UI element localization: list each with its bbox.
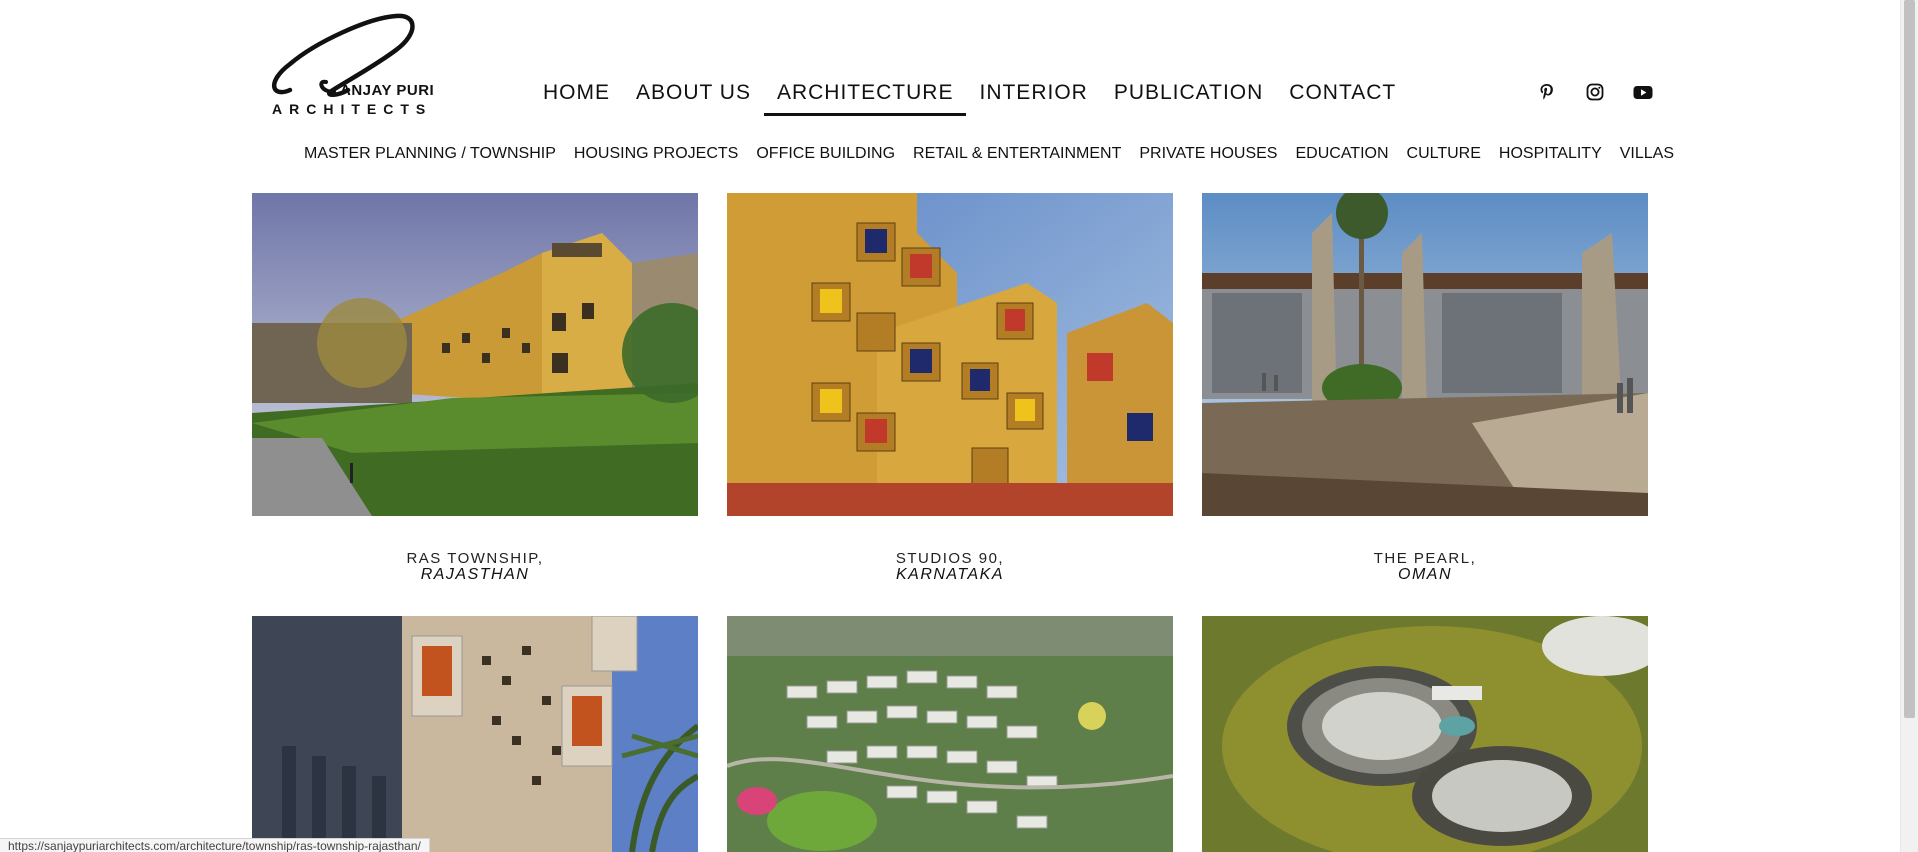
category-private-houses[interactable]: PRIVATE HOUSES — [1130, 143, 1286, 165]
project-card-the-pearl[interactable]: THE PEARL, OMAN — [1202, 193, 1648, 583]
project-card-studios-90[interactable]: STUDIOS 90, KARNATAKA — [727, 193, 1173, 583]
project-image[interactable] — [252, 616, 698, 852]
project-card-5[interactable] — [727, 616, 1173, 852]
page: ANJAY PURI ARCHITECTS HOME ABOUT US ARCH… — [0, 0, 1900, 852]
project-name: RAS TOWNSHIP, — [406, 550, 544, 567]
category-hospitality[interactable]: HOSPITALITY — [1490, 143, 1611, 165]
category-culture[interactable]: CULTURE — [1398, 143, 1490, 165]
category-master-planning[interactable]: MASTER PLANNING / TOWNSHIP — [295, 143, 565, 165]
nav-architecture[interactable]: ARCHITECTURE — [763, 78, 967, 116]
youtube-icon[interactable] — [1633, 82, 1653, 102]
category-nav: MASTER PLANNING / TOWNSHIP HOUSING PROJE… — [295, 143, 1683, 165]
nav-home[interactable]: HOME — [530, 78, 623, 108]
main-nav: HOME ABOUT US ARCHITECTURE INTERIOR PUBL… — [530, 78, 1409, 116]
logo-text-name: ANJAY PURI — [340, 82, 435, 99]
category-education[interactable]: EDUCATION — [1286, 143, 1397, 165]
project-caption[interactable]: THE PEARL, OMAN — [1202, 551, 1648, 583]
category-housing-projects[interactable]: HOUSING PROJECTS — [565, 143, 747, 165]
nav-interior[interactable]: INTERIOR — [966, 78, 1100, 108]
nav-contact[interactable]: CONTACT — [1276, 78, 1409, 108]
project-location: KARNATAKA — [895, 566, 1005, 583]
category-office-building[interactable]: OFFICE BUILDING — [747, 143, 904, 165]
project-image[interactable] — [727, 193, 1173, 516]
social-links — [1537, 82, 1653, 102]
project-image[interactable] — [727, 616, 1173, 852]
project-card-ras-township[interactable]: RAS TOWNSHIP, RAJASTHAN — [252, 193, 698, 583]
project-image[interactable] — [1202, 616, 1648, 852]
logo-text-firm: ARCHITECTS — [272, 101, 433, 117]
project-image[interactable] — [1202, 193, 1648, 516]
project-name: THE PEARL, — [1373, 550, 1477, 567]
nav-publication[interactable]: PUBLICATION — [1101, 78, 1276, 108]
browser-status-url: https://sanjaypuriarchitects.com/archite… — [0, 838, 430, 852]
category-retail-entertainment[interactable]: RETAIL & ENTERTAINMENT — [904, 143, 1130, 165]
project-caption[interactable]: RAS TOWNSHIP, RAJASTHAN — [252, 551, 698, 583]
project-location: RAJASTHAN — [420, 566, 530, 583]
pinterest-icon[interactable] — [1537, 82, 1557, 102]
scrollbar-thumb[interactable] — [1904, 0, 1915, 718]
project-caption[interactable]: STUDIOS 90, KARNATAKA — [727, 551, 1173, 583]
project-location: OMAN — [1398, 566, 1452, 583]
project-card-6[interactable] — [1202, 616, 1648, 852]
instagram-icon[interactable] — [1585, 82, 1605, 102]
category-villas[interactable]: VILLAS — [1611, 143, 1683, 165]
site-logo[interactable]: ANJAY PURI ARCHITECTS — [268, 12, 458, 118]
nav-about-us[interactable]: ABOUT US — [623, 78, 764, 108]
project-card-4[interactable] — [252, 616, 698, 852]
page-scrollbar[interactable] — [1900, 0, 1918, 852]
project-image[interactable] — [252, 193, 698, 516]
project-name: STUDIOS 90, — [895, 550, 1005, 567]
